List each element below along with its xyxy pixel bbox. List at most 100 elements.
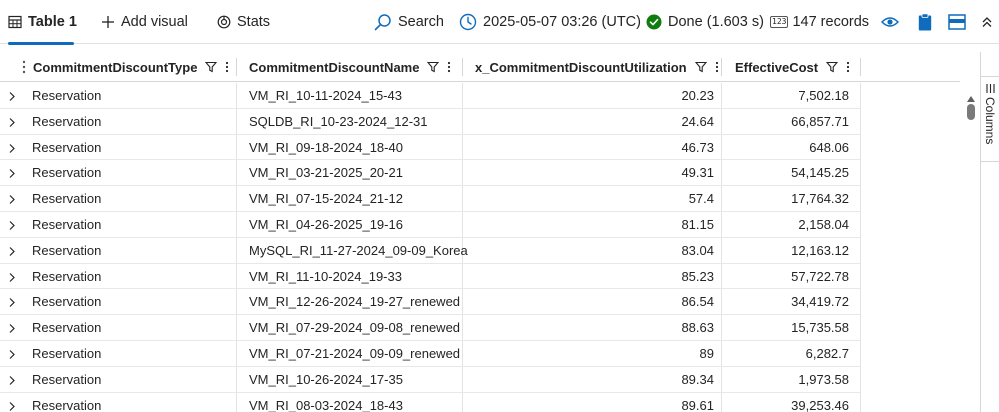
column-header-label: EffectiveCost [735, 59, 819, 75]
add-visual-button[interactable]: Add visual [101, 0, 188, 44]
table-row[interactable]: Reservation VM_RI_10-26-2024_17-35 89.34… [0, 367, 860, 393]
table-row[interactable]: Reservation VM_RI_03-21-2025_20-21 49.31… [0, 160, 860, 187]
table-row[interactable]: Reservation VM_RI_07-15-2024_21-12 57.4 … [0, 186, 860, 212]
chevron-right-icon[interactable] [8, 90, 16, 105]
records-badge-icon: 123 [770, 16, 789, 28]
more-vertical-icon[interactable] [715, 61, 719, 73]
search-button[interactable]: Search [374, 0, 444, 44]
cell-type: Reservation [32, 371, 102, 387]
column-header-cost[interactable]: EffectiveCost [735, 52, 850, 82]
chevron-right-icon[interactable] [8, 167, 16, 182]
chevron-right-icon[interactable] [8, 374, 16, 389]
cell-type: Reservation [32, 217, 102, 232]
cell-utilization: 88.63 [681, 320, 714, 336]
filter-icon[interactable] [205, 61, 218, 73]
chevron-right-icon[interactable] [8, 348, 16, 363]
table-row[interactable]: Reservation VM_RI_07-21-2024_09-09_renew… [0, 341, 860, 367]
table-row[interactable]: Reservation VM_RI_10-11-2024_15-43 20.23… [0, 83, 860, 109]
clock-icon [459, 13, 477, 31]
cell-type: Reservation [32, 113, 102, 129]
filter-icon[interactable] [694, 61, 707, 73]
records-text: 147 records [792, 14, 870, 30]
column-header-label: x_CommitmentDiscountUtilization [475, 59, 687, 75]
check-circle-icon [646, 14, 662, 30]
columns-panel-tab[interactable]: Columns [981, 76, 999, 162]
more-vertical-icon[interactable] [447, 61, 451, 73]
chevron-right-icon[interactable] [8, 193, 16, 208]
table-row[interactable]: Reservation MySQL_RI_11-27-2024_09-09_Ko… [0, 238, 860, 264]
cell-type: Reservation [32, 346, 102, 361]
table-icon [8, 15, 22, 29]
cell-type: Reservation [32, 268, 102, 284]
chevron-right-icon[interactable] [8, 322, 16, 337]
cell-name: VM_RI_09-18-2024_18-40 [249, 139, 403, 155]
timestamp-text: 2025-05-07 03:26 (UTC) [483, 14, 641, 30]
cell-name: VM_RI_07-15-2024_21-12 [249, 191, 403, 207]
scrollbar-thumb[interactable] [967, 104, 975, 120]
chevron-right-icon[interactable] [8, 271, 16, 286]
cell-cost: 34,419.72 [791, 294, 849, 310]
eye-icon[interactable] [880, 12, 900, 32]
more-vertical-icon[interactable] [846, 61, 850, 73]
column-header-label: CommitmentDiscountType [33, 59, 198, 75]
chevron-double-up-icon[interactable] [977, 12, 997, 32]
chevron-right-icon[interactable] [8, 245, 16, 260]
cell-name: MySQL_RI_11-27-2024_09-09_Korea [249, 242, 468, 258]
more-vertical-icon[interactable] [225, 61, 229, 73]
search-icon [374, 13, 392, 31]
table-row[interactable]: Reservation VM_RI_08-03-2024_18-43 89.61… [0, 393, 860, 412]
cell-name: VM_RI_10-11-2024_15-43 [249, 88, 402, 103]
record-count: 123 147 records [770, 0, 869, 44]
column-separator[interactable] [236, 58, 237, 76]
cell-cost: 17,764.32 [791, 191, 849, 207]
search-label: Search [398, 14, 444, 30]
chevron-right-icon[interactable] [8, 116, 16, 131]
chevron-right-icon[interactable] [8, 400, 16, 412]
cell-type: Reservation [32, 88, 102, 103]
column-header-type[interactable]: CommitmentDiscountType [33, 52, 229, 82]
column-header-label: CommitmentDiscountName [249, 59, 420, 75]
results-grid: CommitmentDiscountType CommitmentDiscoun… [0, 52, 960, 412]
cell-cost: 54,145.25 [791, 165, 849, 181]
table-row[interactable]: Reservation VM_RI_12-26-2024_19-27_renew… [0, 289, 860, 316]
cell-type: Reservation [32, 242, 102, 258]
table-row[interactable]: Reservation VM_RI_07-29-2024_09-08_renew… [0, 315, 860, 341]
column-separator[interactable] [721, 58, 722, 76]
column-header-utilization[interactable]: x_CommitmentDiscountUtilization [475, 52, 719, 82]
cell-utilization: 89.34 [681, 371, 714, 387]
cell-cost: 15,735.58 [791, 320, 849, 336]
vertical-scrollbar[interactable] [962, 88, 980, 412]
table-row[interactable]: Reservation SQLDB_RI_10-23-2024_12-31 24… [0, 109, 860, 135]
plus-icon [101, 15, 115, 29]
drag-handle-icon[interactable] [22, 60, 26, 79]
columns-tab-label: Columns [983, 97, 997, 145]
cell-name: VM_RI_04-26-2025_19-16 [249, 217, 403, 232]
chevron-right-icon[interactable] [8, 296, 16, 311]
layout-icon[interactable] [947, 12, 967, 32]
cell-cost: 66,857.71 [791, 113, 849, 129]
filter-icon[interactable] [427, 61, 440, 73]
cell-cost: 12,163.12 [791, 242, 849, 258]
cell-utilization: 89 [699, 346, 714, 361]
grid-header: CommitmentDiscountType CommitmentDiscoun… [0, 52, 960, 82]
cell-cost: 648.06 [809, 139, 849, 155]
column-header-name[interactable]: CommitmentDiscountName [249, 52, 451, 82]
cell-utilization: 49.31 [681, 165, 714, 181]
filter-icon[interactable] [826, 61, 839, 73]
chevron-right-icon[interactable] [8, 219, 16, 234]
column-separator[interactable] [860, 58, 861, 76]
column-separator[interactable] [462, 58, 463, 76]
table-row[interactable]: Reservation VM_RI_09-18-2024_18-40 46.73… [0, 135, 860, 161]
stats-button[interactable]: Stats [217, 0, 270, 44]
cell-name: VM_RI_03-21-2025_20-21 [249, 165, 403, 181]
table-row[interactable]: Reservation VM_RI_11-10-2024_19-33 85.23… [0, 264, 860, 290]
chevron-right-icon[interactable] [8, 142, 16, 157]
cell-utilization: 89.61 [681, 397, 714, 412]
clipboard-icon[interactable] [915, 12, 935, 32]
cell-name: VM_RI_08-03-2024_18-43 [249, 397, 403, 412]
tab-table-1[interactable]: Table 1 [8, 0, 77, 45]
cell-cost: 1,973.58 [798, 371, 849, 387]
cell-utilization: 57.4 [688, 191, 714, 207]
table-row[interactable]: Reservation VM_RI_04-26-2025_19-16 81.15… [0, 212, 860, 238]
add-visual-label: Add visual [121, 14, 188, 30]
